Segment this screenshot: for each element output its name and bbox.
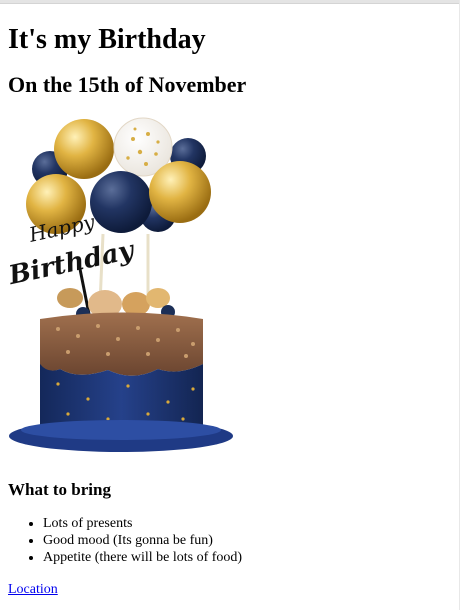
- browser-top-border: [0, 0, 460, 4]
- page-title: It's my Birthday: [8, 24, 206, 55]
- page-content: It's my Birthday On the 15th of November: [8, 24, 452, 598]
- svg-text:Birthday: Birthday: [8, 235, 138, 291]
- what-to-bring-heading: What to bring: [8, 480, 111, 499]
- location-link[interactable]: Location: [8, 581, 58, 598]
- list-item: Good mood (Its gonna be fun): [43, 532, 452, 549]
- list-item: Lots of presents: [43, 515, 452, 532]
- bring-list: Lots of presents Good mood (Its gonna be…: [8, 515, 452, 566]
- page-subtitle: On the 15th of November: [8, 72, 247, 97]
- birthday-cake-image: Happy Birthday: [8, 117, 233, 452]
- list-item: Appetite (there will be lots of food): [43, 549, 452, 566]
